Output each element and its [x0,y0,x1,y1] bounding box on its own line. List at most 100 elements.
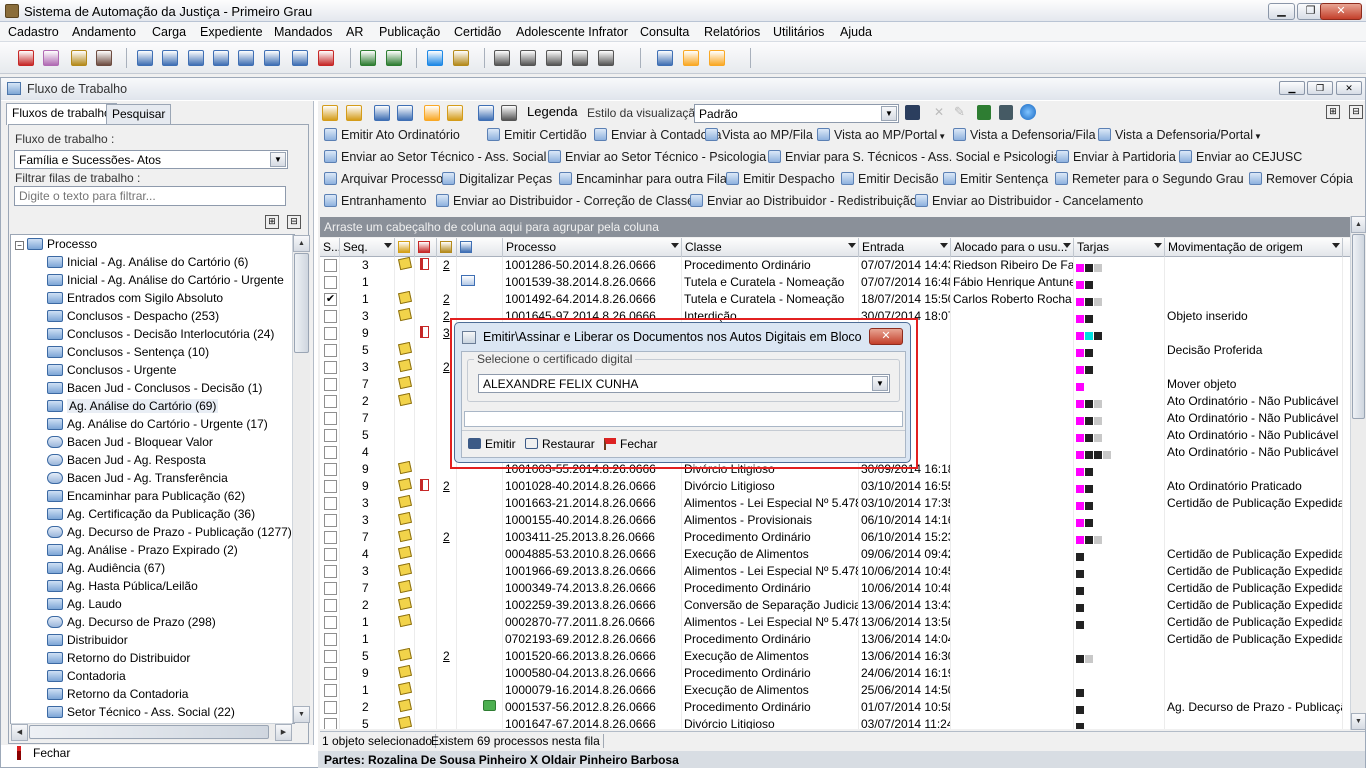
toolbar-icon-5[interactable] [162,50,178,66]
menu-7[interactable]: Certidão [454,25,501,39]
tree-vscrollbar[interactable]: ▲ ▼ [292,235,310,723]
expand-all-icon[interactable]: ⊞ [1326,105,1340,119]
row-checkbox[interactable] [324,446,337,459]
tree-node[interactable]: Conclusos - Decisão Interlocutória (24) [47,327,274,345]
column-header[interactable] [395,238,415,257]
edit-icon[interactable]: ✎ [954,104,965,120]
select-cell[interactable] [320,665,340,682]
grid-vscrollbar[interactable]: ▲ ▼ [1350,216,1366,730]
row-checkbox[interactable] [324,514,337,527]
table-row[interactable]: 9 1000580-04.2013.8.26.0666 Procedimento O… [320,665,1353,682]
restaurar-button[interactable]: Restaurar [525,437,595,451]
filter-dropdown-icon[interactable] [848,243,856,248]
column-header[interactable]: Entrada [859,238,951,257]
table-row[interactable]: 3 1001966-69.2013.8.26.0666 Alimentos - Le… [320,563,1353,580]
toolbar-icon-21[interactable] [657,50,673,66]
column-header[interactable]: Tarjas [1074,238,1165,257]
toolbar-icon-2[interactable] [71,50,87,66]
column-header[interactable] [437,238,457,257]
select-cell[interactable] [320,716,340,729]
table-row[interactable]: 2 1002259-39.2013.8.26.0666 Conversão de S… [320,597,1353,614]
select-cell[interactable] [320,393,340,410]
menu-11[interactable]: Utilitários [773,25,824,39]
fluxo-select[interactable]: Família e Sucessões- Atos ▼ [14,150,288,169]
row-checkbox[interactable] [324,701,337,714]
select-cell[interactable] [320,495,340,512]
scroll-right-icon[interactable]: ▶ [275,724,292,741]
table-row[interactable]: 7 1000349-74.2013.8.26.0666 Procedimento O… [320,580,1353,597]
toolbar-icon-6[interactable] [188,50,204,66]
right-toolbar-icon-5[interactable] [447,105,463,121]
tree-node[interactable]: Bacen Jud - Ag. Transferência [47,471,228,489]
tree-node[interactable]: Ag. Audiência (67) [47,561,165,579]
tree-node[interactable]: Ag. Hasta Pública/Leilão [47,579,198,597]
column-header[interactable]: S... [320,238,340,257]
action-button[interactable]: Digitalizar Peças [442,172,552,186]
menu-1[interactable]: Andamento [72,25,136,39]
action-button[interactable]: Emitir Despacho [726,172,835,186]
row-checkbox[interactable] [324,378,337,391]
filter-dropdown-icon[interactable] [940,243,948,248]
row-checkbox[interactable] [324,718,337,729]
select-cell[interactable] [320,699,340,716]
left-fechar-button[interactable]: Fechar [17,746,70,760]
column-header[interactable]: Processo [503,238,682,257]
menu-12[interactable]: Ajuda [840,25,872,39]
row-checkbox[interactable] [324,582,337,595]
action-button[interactable]: Enviar ao Distribuidor - Correção de Cla… [436,194,694,208]
tab-pesquisar[interactable]: Pesquisar [106,104,172,124]
toolbar-icon-1[interactable] [43,50,59,66]
menu-5[interactable]: AR [346,25,363,39]
column-header[interactable]: Seq. [340,238,395,257]
select-cell[interactable] [320,614,340,631]
select-cell[interactable] [320,597,340,614]
tree-hscrollbar[interactable]: ◀ ▶ [11,723,292,741]
save-icon[interactable] [905,105,920,120]
menu-6[interactable]: Publicação [379,25,440,39]
row-checkbox[interactable] [324,344,337,357]
collapse-all-icon[interactable]: ⊟ [1349,105,1363,119]
select-cell[interactable] [320,308,340,325]
row-checkbox[interactable] [324,276,337,289]
tree-node[interactable]: Conclusos - Despacho (253) [47,309,219,327]
toolbar-icon-20[interactable] [598,50,614,66]
select-cell[interactable] [320,342,340,359]
select-cell[interactable] [320,274,340,291]
select-cell[interactable] [320,410,340,427]
select-cell[interactable] [320,563,340,580]
menu-8[interactable]: Adolescente Infrator [516,25,628,39]
tree-node[interactable]: Retorno da Contadoria [47,687,188,705]
minimize-button[interactable]: ▁ [1268,3,1295,20]
action-button[interactable]: Vista a Defensoria/Fila [953,128,1096,142]
right-toolbar-icon-4[interactable] [424,105,440,121]
action-button[interactable]: Enviar ao Setor Técnico - Ass. Social [324,150,546,164]
table-row[interactable]: 7 2 1003411-25.2013.8.26.0666 Procedimento … [320,529,1353,546]
table-row[interactable]: 9 2 1001028-40.2014.8.26.0666 Divórcio Liti… [320,478,1353,495]
window-minimize-button[interactable]: ▁ [1279,81,1305,95]
estilo-select[interactable]: Padrão ▼ [694,104,899,123]
right-toolbar-icon-6[interactable] [478,105,494,121]
tree-node[interactable]: Ag. Análise do Cartório (69) [47,399,219,417]
toolbar-icon-23[interactable] [709,50,725,66]
action-button[interactable]: Remover Cópia [1249,172,1353,186]
row-checkbox[interactable] [324,259,337,272]
toolbar-icon-15[interactable] [453,50,469,66]
select-cell[interactable] [320,376,340,393]
close-button[interactable]: ✕ [1320,3,1362,20]
row-checkbox[interactable] [324,633,337,646]
scroll-up-icon[interactable]: ▲ [293,235,310,252]
browser-icon[interactable] [1020,104,1036,120]
grid-scroll-thumb[interactable] [1352,234,1365,419]
menu-3[interactable]: Expediente [200,25,263,39]
select-cell[interactable] [320,682,340,699]
emitir-button[interactable]: Emitir [468,437,516,451]
tree-node[interactable]: Setor Técnico - Ass. Social (22) [47,705,235,723]
tree-node[interactable]: Contadoria [47,669,126,687]
action-button[interactable]: Enviar à Partidoria [1056,150,1176,164]
scroll-thumb[interactable] [294,253,309,353]
table-row[interactable]: 4 0004885-53.2010.8.26.0666 Execução de Al… [320,546,1353,563]
dialog-close-button[interactable]: ✕ [869,328,903,345]
tree-node[interactable]: Ag. Decurso de Prazo - Publicação (1277) [47,525,292,543]
column-header[interactable]: Classe [682,238,859,257]
row-checkbox[interactable] [324,429,337,442]
